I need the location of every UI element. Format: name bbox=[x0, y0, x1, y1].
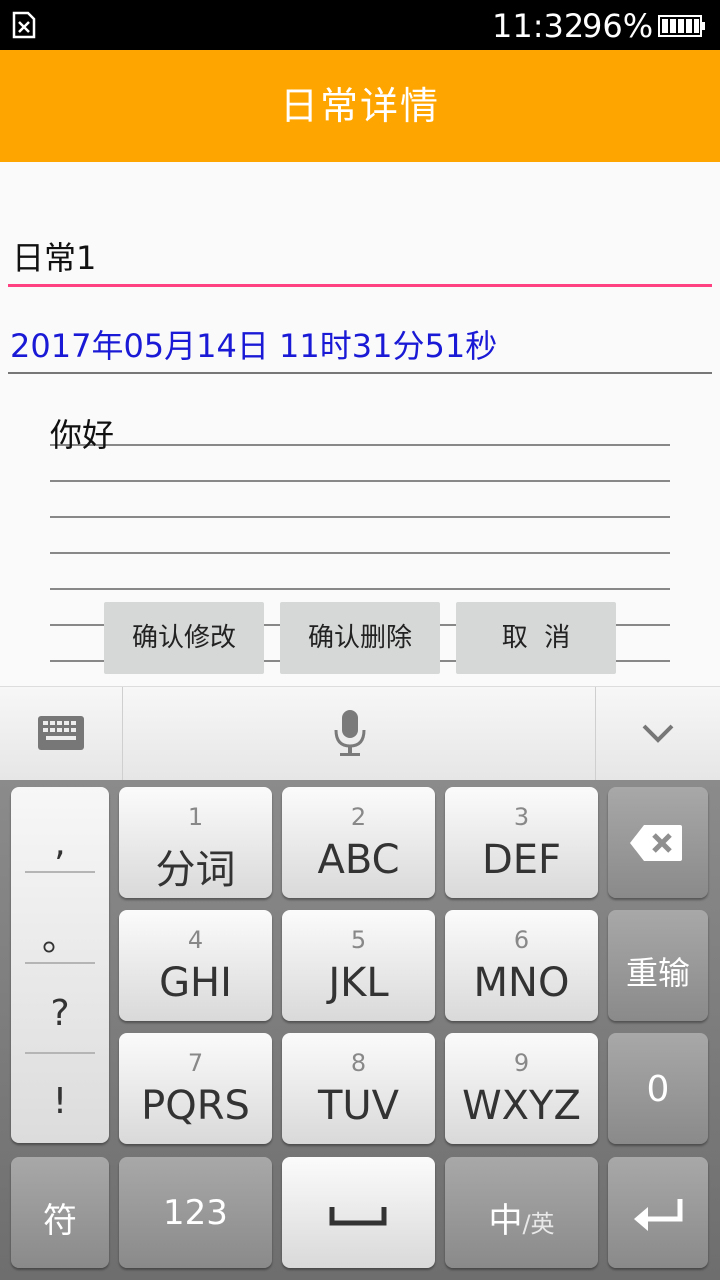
key-6[interactable]: 6 MNO bbox=[445, 910, 598, 1021]
status-bar: 11:32 96% bbox=[0, 0, 720, 50]
toolbar-divider bbox=[122, 687, 123, 781]
key-number: 9 bbox=[513, 1049, 530, 1077]
key-letters: DEF bbox=[481, 837, 562, 883]
confirm-delete-button[interactable]: 确认删除 bbox=[280, 602, 440, 674]
microphone-icon[interactable] bbox=[330, 708, 370, 758]
battery-percent: 96% bbox=[582, 7, 654, 45]
zero-label: 0 bbox=[646, 1069, 670, 1110]
chevron-down-icon[interactable] bbox=[640, 720, 676, 746]
key-number: 7 bbox=[187, 1049, 204, 1077]
keyboard-switch-icon[interactable] bbox=[38, 716, 84, 750]
key-number: 6 bbox=[513, 926, 530, 954]
key-0[interactable]: 0 bbox=[608, 1033, 708, 1144]
date-field[interactable]: 2017年05月14日 11时31分51秒 bbox=[8, 320, 712, 374]
content-text[interactable]: 你好 bbox=[50, 412, 114, 458]
key-letters: TUV bbox=[317, 1083, 400, 1129]
punct-divider bbox=[25, 1052, 95, 1054]
ruled-line bbox=[50, 516, 670, 518]
backspace-icon bbox=[630, 825, 682, 861]
key-letters: MNO bbox=[473, 960, 570, 1006]
enter-key[interactable] bbox=[608, 1157, 708, 1268]
punct-question-key[interactable]: ? bbox=[11, 993, 109, 1034]
key-letters: 分词 bbox=[155, 847, 236, 893]
punct-divider bbox=[25, 871, 95, 873]
punctuation-column[interactable]: , 。 ? ! bbox=[11, 787, 109, 1143]
numeric-key[interactable]: 123 bbox=[119, 1157, 272, 1268]
language-switch-key[interactable]: 中/英 bbox=[445, 1157, 598, 1268]
status-time: 11:32 bbox=[492, 7, 585, 45]
numeric-label: 123 bbox=[163, 1193, 228, 1233]
key-7[interactable]: 7 PQRS bbox=[119, 1033, 272, 1144]
key-number: 5 bbox=[350, 926, 367, 954]
ruled-line bbox=[50, 480, 670, 482]
retype-key[interactable]: 重输 bbox=[608, 910, 708, 1021]
lang-main-label: 中 bbox=[488, 1201, 523, 1241]
backspace-key[interactable] bbox=[608, 787, 708, 898]
punct-divider bbox=[25, 962, 95, 964]
symbols-label: 符 bbox=[43, 1201, 77, 1241]
key-5[interactable]: 5 JKL bbox=[282, 910, 435, 1021]
punct-period-key[interactable]: 。 bbox=[11, 909, 109, 961]
no-sim-icon bbox=[12, 11, 36, 39]
key-letters: GHI bbox=[159, 960, 232, 1006]
language-label: 中/英 bbox=[445, 1193, 598, 1242]
ruled-line bbox=[50, 588, 670, 590]
key-3[interactable]: 3 DEF bbox=[445, 787, 598, 898]
key-2[interactable]: 2 ABC bbox=[282, 787, 435, 898]
key-letters: ABC bbox=[317, 837, 400, 883]
key-1[interactable]: 1 分词 bbox=[119, 787, 272, 898]
punct-exclaim-key[interactable]: ! bbox=[11, 1081, 109, 1122]
toolbar-divider bbox=[595, 687, 596, 781]
page-title: 日常详情 bbox=[279, 84, 440, 128]
key-number: 1 bbox=[187, 803, 204, 831]
lang-alt-label: /英 bbox=[522, 1210, 555, 1238]
space-icon bbox=[329, 1207, 387, 1226]
key-number: 8 bbox=[350, 1049, 367, 1077]
retype-label: 重输 bbox=[625, 954, 690, 992]
confirm-edit-button[interactable]: 确认修改 bbox=[104, 602, 264, 674]
cancel-button[interactable]: 取 消 bbox=[456, 602, 616, 674]
key-letters: WXYZ bbox=[462, 1083, 581, 1129]
key-9[interactable]: 9 WXYZ bbox=[445, 1033, 598, 1144]
title-input[interactable] bbox=[8, 225, 712, 287]
ruled-line bbox=[50, 552, 670, 554]
ruled-line bbox=[50, 444, 670, 446]
key-letters: PQRS bbox=[141, 1083, 250, 1129]
battery-icon bbox=[658, 15, 705, 37]
key-number: 2 bbox=[350, 803, 367, 831]
key-number: 3 bbox=[513, 803, 530, 831]
key-8[interactable]: 8 TUV bbox=[282, 1033, 435, 1144]
enter-icon bbox=[634, 1199, 683, 1231]
punct-comma-key[interactable]: , bbox=[11, 823, 109, 864]
space-key[interactable] bbox=[282, 1157, 435, 1268]
key-number: 4 bbox=[187, 926, 204, 954]
key-4[interactable]: 4 GHI bbox=[119, 910, 272, 1021]
symbols-key[interactable]: 符 bbox=[11, 1157, 109, 1268]
app-bar: 日常详情 bbox=[0, 50, 720, 162]
key-letters: JKL bbox=[328, 960, 389, 1006]
